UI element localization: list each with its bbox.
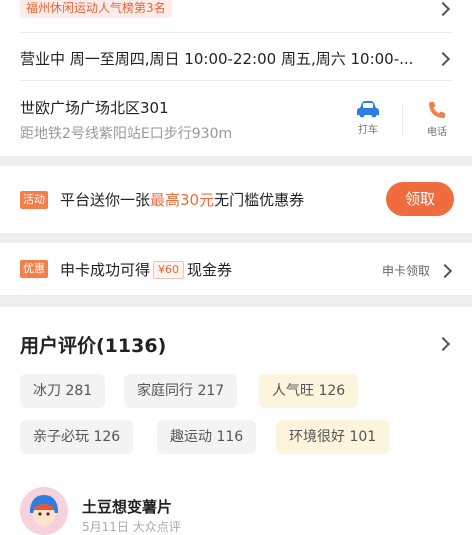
card-text-prefix: 申卡成功可得 — [60, 261, 151, 279]
promo-text: 平台送你一张最高30元无门槛优惠券 — [60, 189, 304, 210]
phone-icon — [429, 102, 445, 118]
card-apply-link[interactable]: 申卡领取 — [382, 262, 430, 279]
review-chip[interactable]: 人气旺 126 — [259, 374, 359, 408]
promo-tag: 活动 — [20, 191, 48, 209]
promo-text-suffix: 无门槛优惠券 — [214, 191, 305, 209]
section-gap — [0, 156, 472, 166]
promo-highlight: 最高30元 — [150, 191, 215, 209]
review-chip[interactable]: 环境很好 101 — [276, 420, 390, 454]
section-gap — [0, 233, 472, 243]
divider — [402, 104, 403, 136]
avatar-image — [20, 487, 68, 535]
review-chip[interactable]: 家庭同行 217 — [124, 374, 238, 408]
review-date: 5月11日 大众点评 — [82, 520, 181, 534]
taxi-label: 打车 — [358, 125, 378, 136]
hours-chevron-icon[interactable] — [435, 51, 451, 67]
car-icon — [357, 101, 379, 118]
section-gap — [0, 295, 472, 307]
divider — [20, 32, 452, 33]
review-chip[interactable]: 趣运动 116 — [157, 420, 257, 454]
phone-button[interactable]: 电话 — [417, 100, 457, 138]
discount-tag: 优惠 — [20, 260, 48, 278]
review-chip[interactable]: 冰刀 281 — [20, 374, 106, 408]
reviews-title[interactable]: 用户评价(1136) — [20, 331, 166, 358]
taxi-button[interactable]: 打车 — [348, 100, 388, 136]
promo-text-prefix: 平台送你一张 — [60, 191, 151, 209]
rank-chevron-icon[interactable] — [435, 1, 451, 17]
review-chip[interactable]: 亲子必玩 126 — [20, 420, 134, 454]
business-hours[interactable]: 营业中 周一至周四,周日 10:00-22:00 周五,周六 10:00-... — [20, 48, 413, 69]
avatar[interactable] — [20, 487, 68, 535]
card-offer-text[interactable]: 申卡成功可得 ¥60 现金券 — [60, 259, 232, 280]
card-text-suffix: 现金券 — [187, 261, 233, 279]
phone-label: 电话 — [427, 127, 447, 138]
claim-coupon-button[interactable]: 领取 — [386, 182, 454, 216]
address-subtitle: 距地铁2号线紫阳站E口步行930m — [20, 126, 233, 142]
card-chevron-icon[interactable] — [437, 263, 453, 279]
rank-badge[interactable]: 福州休闲运动人气榜第3名 — [20, 0, 172, 18]
reviews-chevron-icon[interactable] — [435, 336, 451, 352]
card-amount-badge: ¥60 — [153, 261, 185, 279]
address-title[interactable]: 世欧广场广场北区301 — [20, 97, 169, 118]
reviewer-name[interactable]: 土豆想变薯片 — [82, 496, 172, 517]
divider — [20, 80, 452, 81]
